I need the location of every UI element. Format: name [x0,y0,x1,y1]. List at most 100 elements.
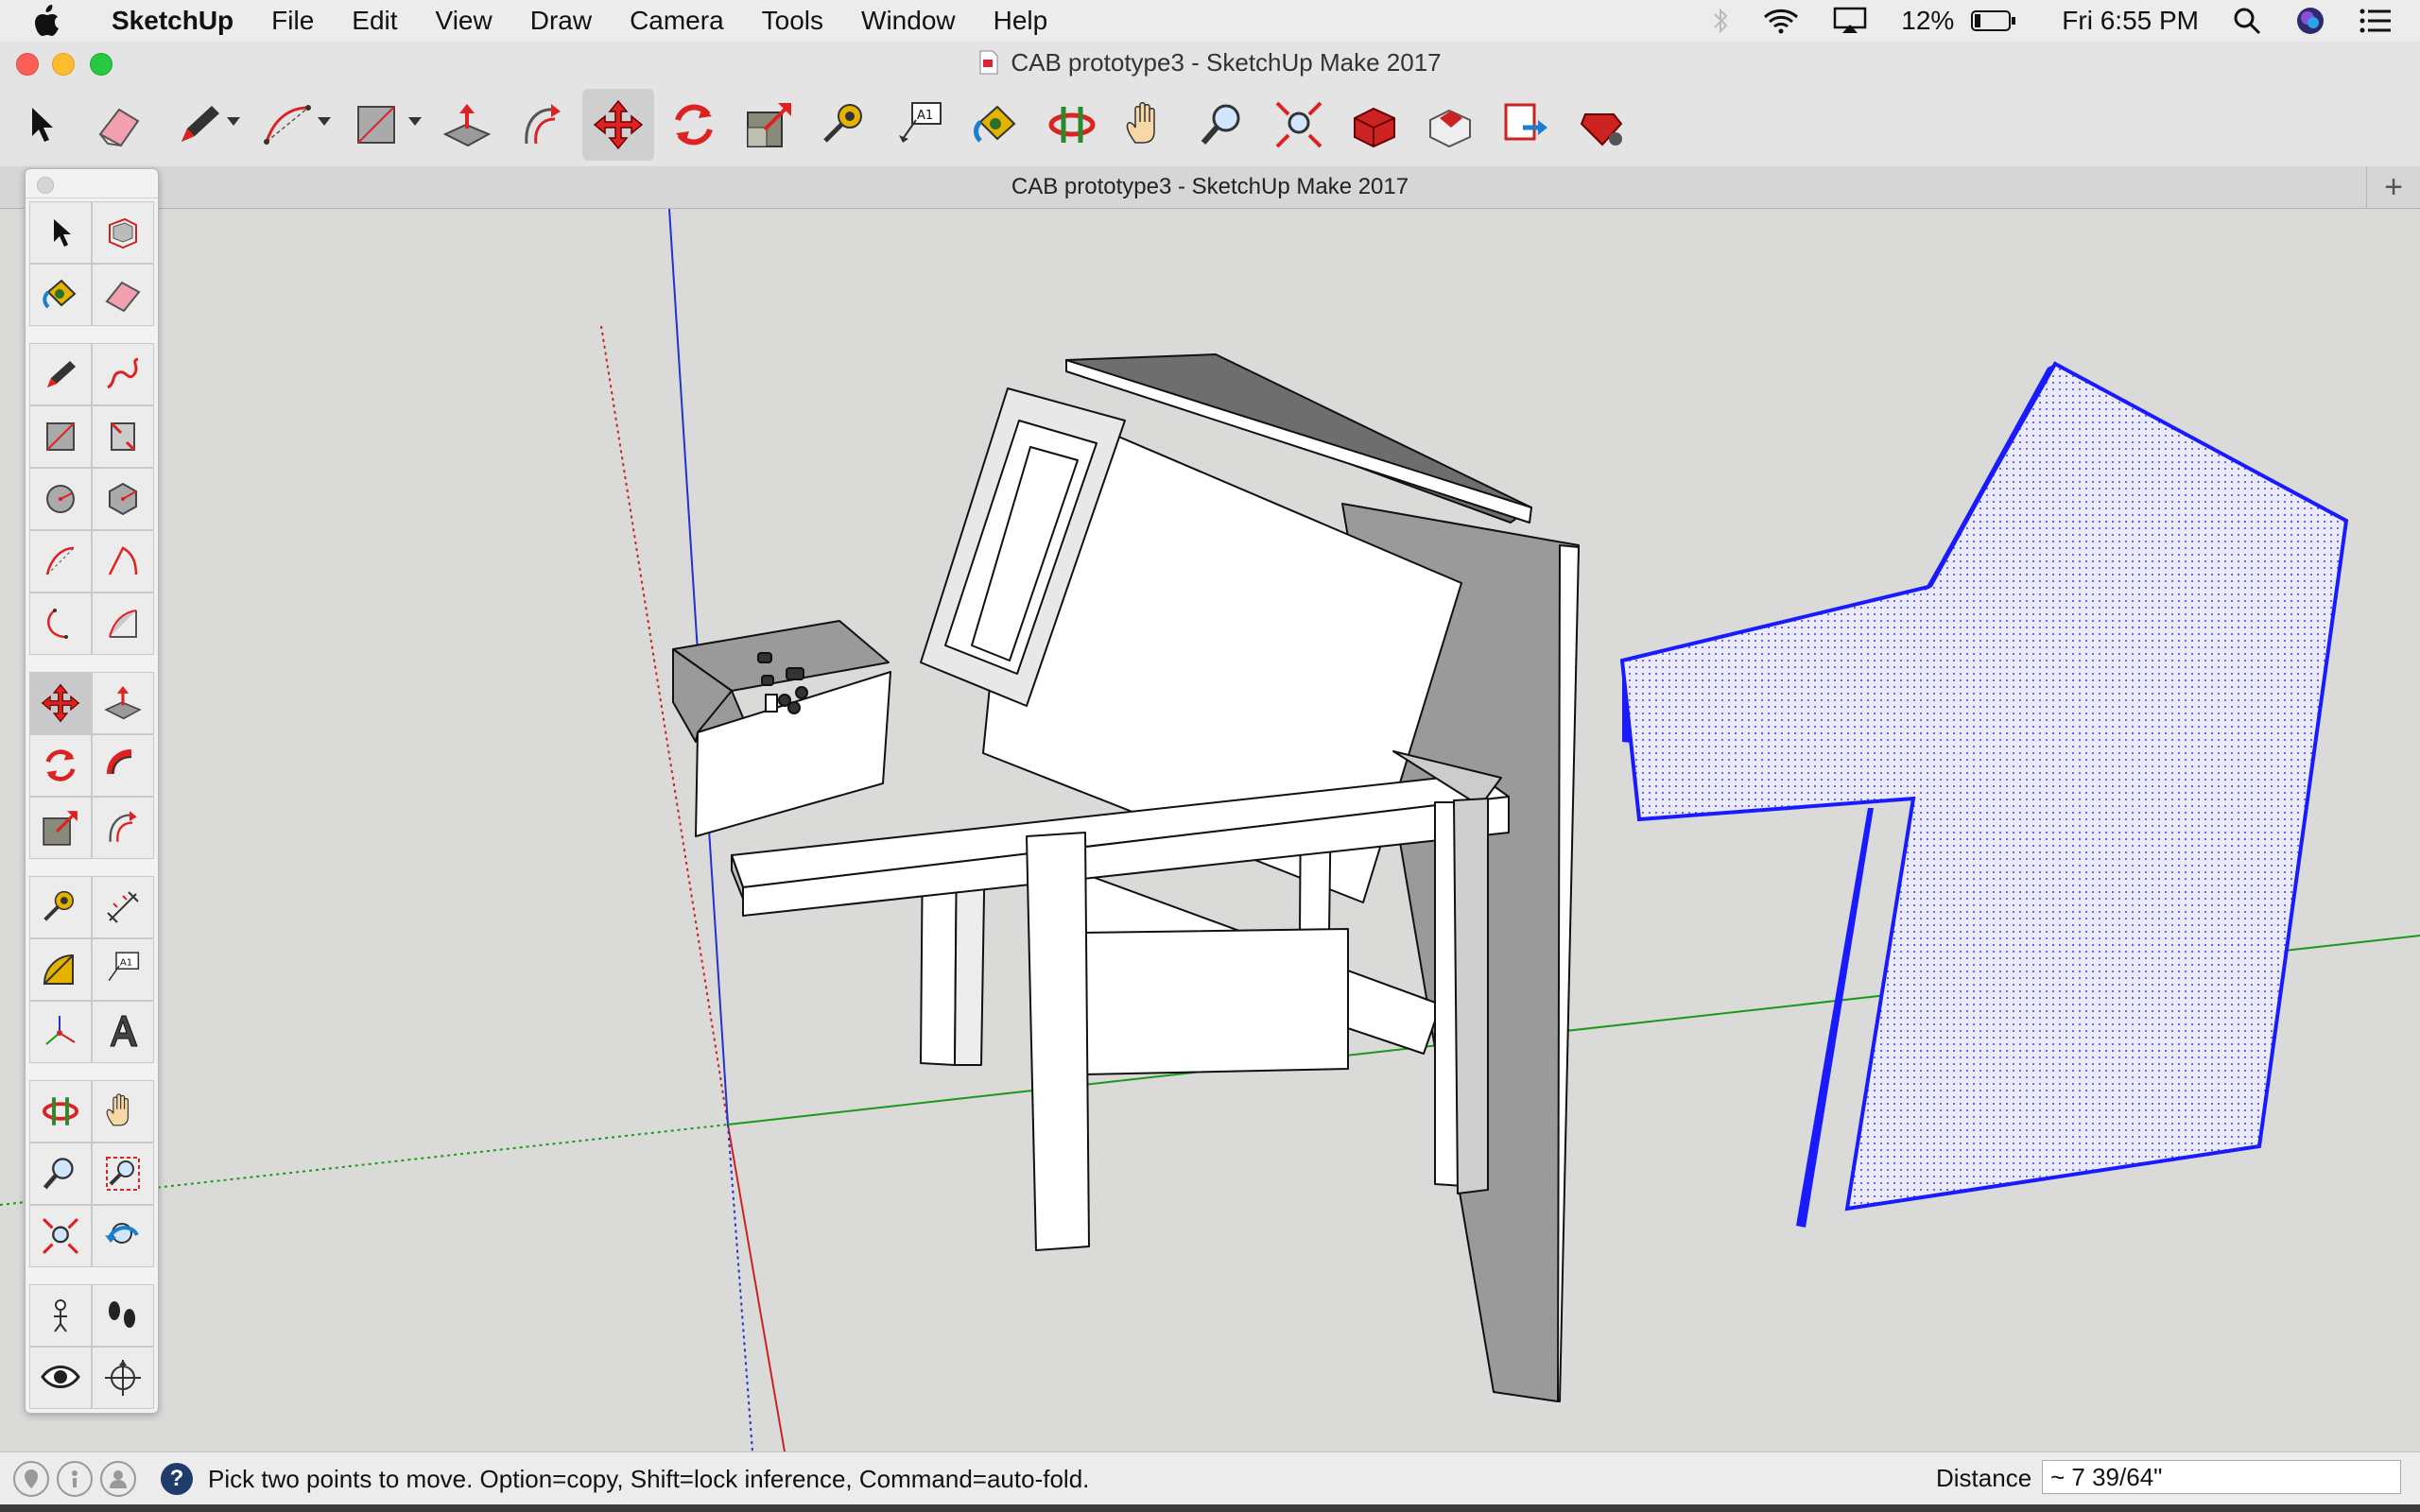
palette-component-button[interactable] [92,201,154,264]
palette-pie-button[interactable] [92,530,154,593]
palette-polygon-button[interactable] [92,468,154,530]
palette-rotated-rectangle-button[interactable] [92,405,154,468]
palette-look-around-button[interactable] [29,1347,92,1409]
line-tool-button[interactable] [163,89,234,161]
clock[interactable]: Fri 6:55 PM [2062,6,2199,36]
siri-icon[interactable] [2295,6,2325,36]
instructor-help-icon[interactable]: ? [161,1463,193,1495]
palette-position-camera-button[interactable] [29,1284,92,1347]
battery-icon[interactable] [1971,9,2016,32]
palette-circle-button[interactable] [29,468,92,530]
palette-zoom-button[interactable] [29,1143,92,1205]
text-label-icon: A1 [899,102,942,143]
orbit-tool-button[interactable] [1036,89,1108,161]
palette-text-button[interactable]: A1 [92,938,154,1001]
pan-tool-button[interactable] [1112,89,1184,161]
wifi-icon[interactable] [1763,8,1799,34]
select-tool-button[interactable] [6,89,78,161]
palette-2-point-arc-button[interactable] [29,593,92,655]
palette-section-plane-button[interactable] [92,1347,154,1409]
move-tool-button[interactable] [582,89,654,161]
palette-pan-button[interactable] [92,1080,154,1143]
measurements-input[interactable]: ~ 7 39/64" [2042,1460,2401,1494]
palette-select-button[interactable] [29,201,92,264]
menu-camera[interactable]: Camera [611,6,743,36]
window-minimize-button[interactable] [52,53,75,76]
extension-warehouse-icon [1429,109,1471,148]
ruby-gem-icon [1580,113,1623,146]
menu-edit[interactable]: Edit [333,6,416,36]
offset-tool-button[interactable] [507,89,579,161]
palette-tape-measure-button[interactable] [29,876,92,938]
menu-help[interactable]: Help [975,6,1067,36]
bluetooth-icon[interactable] [1712,7,1729,35]
palette-push-pull-button[interactable] [92,672,154,734]
paint-bucket-tool-button[interactable] [960,89,1032,161]
palette-eraser-button[interactable] [92,264,154,326]
rectangle-tool-dropdown[interactable] [408,117,422,126]
svg-text:A1: A1 [120,957,132,968]
extension-warehouse-button[interactable] [1414,89,1486,161]
apple-icon[interactable] [34,5,76,37]
palette-orbit-button[interactable] [29,1080,92,1143]
palette-scale-button[interactable] [29,797,92,859]
palette-protractor-button[interactable] [29,938,92,1001]
move-icon [593,99,644,150]
menu-file[interactable]: File [252,6,333,36]
palette-3d-text-button[interactable] [92,1001,154,1063]
model-tab-title[interactable]: CAB prototype3 - SketchUp Make 2017 [1011,174,1409,200]
palette-zoom-extents-button[interactable] [29,1205,92,1267]
credits-icon[interactable] [57,1461,93,1497]
warehouse-button[interactable] [1339,89,1410,161]
add-tab-button[interactable]: + [2366,166,2420,208]
menu-tools[interactable]: Tools [743,6,842,36]
palette-move-button[interactable] [29,672,92,734]
palette-paint-bucket-button[interactable] [29,264,92,326]
tape-measure-icon [823,104,862,143]
extension-manager-button[interactable] [1565,89,1637,161]
menu-draw[interactable]: Draw [511,6,611,36]
rectangle-tool-button[interactable] [340,89,412,161]
palette-close-button[interactable] [37,177,54,194]
drawing-viewport[interactable] [0,208,2420,1452]
arrow-cursor-icon [32,108,53,142]
palette-axes-button[interactable] [29,1001,92,1063]
airplay-icon[interactable] [1833,7,1867,35]
polygon-icon [109,482,137,516]
zoom-tool-button[interactable] [1187,89,1259,161]
scale-tool-button[interactable] [734,89,805,161]
palette-freehand-button[interactable] [92,343,154,405]
window-zoom-button[interactable] [90,53,112,76]
palette-zoom-window-button[interactable] [92,1143,154,1205]
menu-window[interactable]: Window [842,6,975,36]
tape-measure-tool-button[interactable] [809,89,881,161]
palette-walk-button[interactable] [92,1284,154,1347]
arc-tool-button[interactable] [251,89,323,161]
eraser-tool-button[interactable] [83,89,155,161]
offset-icon [525,104,561,145]
line-tool-dropdown[interactable] [227,117,240,126]
layout-button[interactable] [1490,89,1562,161]
dimension-icon [107,891,139,923]
palette-rectangle-button[interactable] [29,405,92,468]
palette-offset-button[interactable] [92,797,154,859]
palette-3-point-arc-button[interactable] [92,593,154,655]
text-tool-button[interactable]: A1 [885,89,957,161]
menu-sketchup[interactable]: SketchUp [102,6,252,36]
rotate-tool-button[interactable] [658,89,730,161]
spotlight-search-icon[interactable] [2233,7,2261,35]
window-close-button[interactable] [16,53,39,76]
palette-rotate-button[interactable] [29,734,92,797]
arc-tool-dropdown[interactable] [318,117,331,126]
palette-previous-view-button[interactable] [92,1205,154,1267]
palette-dimensions-button[interactable] [92,876,154,938]
menu-view[interactable]: View [417,6,511,36]
palette-arc-button[interactable] [29,530,92,593]
zoom-extents-tool-button[interactable] [1263,89,1335,161]
palette-line-button[interactable] [29,343,92,405]
push-pull-tool-button[interactable] [431,89,503,161]
palette-follow-me-button[interactable] [92,734,154,797]
sign-in-icon[interactable] [100,1461,136,1497]
notification-center-icon[interactable] [2360,9,2392,33]
geo-location-icon[interactable] [13,1461,49,1497]
